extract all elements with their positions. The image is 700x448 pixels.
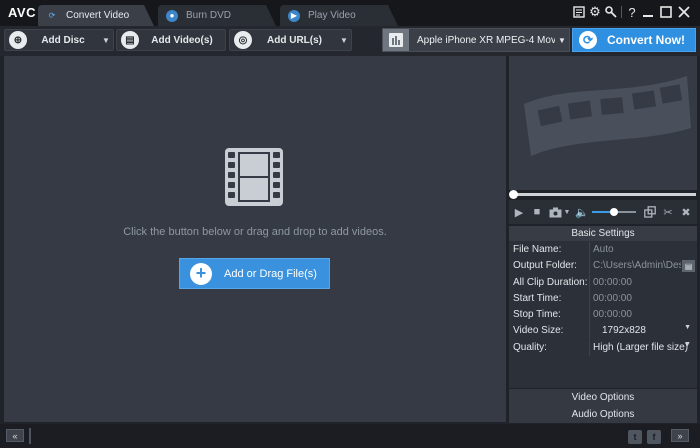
- merge-icon[interactable]: [643, 205, 657, 219]
- collapse-left-icon[interactable]: «: [6, 429, 24, 442]
- film-reel-icon: [524, 76, 691, 156]
- play-icon[interactable]: ▶: [512, 205, 526, 219]
- tab-play-video[interactable]: ▶ Play Video: [280, 5, 398, 26]
- twitter-icon[interactable]: t: [628, 430, 642, 444]
- tab-convert-video[interactable]: ⟳ Convert Video: [38, 5, 154, 26]
- field-label: All Clip Duration:: [513, 277, 588, 288]
- tab-burn-dvd[interactable]: ● Burn DVD: [158, 5, 276, 26]
- add-url-button[interactable]: ◎ Add URL(s) ▼: [229, 29, 352, 51]
- add-files-label: Add or Drag File(s): [224, 267, 317, 280]
- minimize-icon[interactable]: [640, 4, 656, 20]
- chevron-down-icon[interactable]: ▼: [99, 36, 113, 45]
- close-icon[interactable]: [676, 4, 692, 20]
- tab-label: Convert Video: [66, 10, 130, 21]
- tools-icon[interactable]: ✖: [679, 205, 693, 219]
- output-folder-row: Output Folder: C:\Users\Admin\Deskto...: [509, 258, 697, 274]
- all-clip-duration-value: 00:00:00: [589, 275, 695, 291]
- divider: [29, 428, 31, 444]
- field-label: Stop Time:: [513, 309, 561, 320]
- expand-right-icon[interactable]: »: [671, 429, 689, 442]
- divider: [621, 6, 622, 18]
- add-videos-button[interactable]: ▤ Add Video(s): [116, 29, 226, 51]
- status-bar: [0, 424, 700, 448]
- gear-icon[interactable]: ⚙: [587, 4, 603, 20]
- disc-add-icon: ⊕: [9, 31, 27, 49]
- tab-label: Play Video: [308, 10, 356, 21]
- stop-time-field[interactable]: 00:00:00: [589, 307, 695, 323]
- field-label: Quality:: [513, 342, 547, 353]
- globe-icon: ◎: [234, 31, 252, 49]
- volume-icon[interactable]: 🔈: [575, 205, 589, 219]
- output-profile-select[interactable]: Apple iPhone XR MPEG-4 Movie (*.m... ▼: [382, 28, 570, 52]
- profile-label: Apple iPhone XR MPEG-4 Movie (*.m...: [417, 34, 555, 46]
- folder-icon[interactable]: ▤: [682, 260, 695, 272]
- plus-icon: +: [190, 262, 212, 285]
- volume-handle[interactable]: [610, 208, 618, 216]
- chevron-down-icon[interactable]: ▼: [337, 36, 351, 45]
- file-name-row: File Name: Auto: [509, 242, 697, 258]
- quality-row: Quality: High (Larger file size) ▼: [509, 340, 697, 356]
- chevron-down-icon: ▼: [558, 35, 566, 45]
- film-add-icon: ▤: [121, 31, 139, 49]
- all-clip-duration-row: All Clip Duration: 00:00:00: [509, 275, 697, 291]
- chevron-down-icon[interactable]: ▼: [562, 205, 572, 219]
- quality-select[interactable]: High (Larger file size): [589, 340, 695, 356]
- stop-icon[interactable]: ■: [530, 205, 544, 219]
- key-icon[interactable]: [603, 4, 619, 20]
- video-preview: [509, 56, 697, 190]
- file-name-field[interactable]: Auto: [589, 242, 695, 258]
- film-strip-icon: [225, 148, 283, 206]
- video-drop-area[interactable]: [4, 56, 506, 422]
- convert-label: Convert Now!: [607, 33, 685, 47]
- seek-bar[interactable]: [512, 193, 696, 196]
- tab-label: Burn DVD: [186, 10, 232, 21]
- field-label: Start Time:: [513, 293, 562, 304]
- report-icon[interactable]: [571, 4, 587, 20]
- disc-icon: ●: [166, 9, 178, 22]
- video-options-header[interactable]: Video Options: [509, 389, 697, 406]
- video-size-row: Video Size: 1792x828 ▼: [509, 323, 697, 339]
- chevron-down-icon[interactable]: ▼: [684, 324, 691, 331]
- start-time-field[interactable]: 00:00:00: [589, 291, 695, 307]
- seek-handle[interactable]: [509, 190, 518, 199]
- add-files-button[interactable]: + Add or Drag File(s): [179, 258, 330, 289]
- stop-time-row: Stop Time: 00:00:00: [509, 307, 697, 323]
- field-label: Output Folder:: [513, 260, 577, 271]
- video-size-select[interactable]: 1792x828: [589, 323, 695, 339]
- field-label: File Name:: [513, 244, 562, 255]
- start-time-row: Start Time: 00:00:00: [509, 291, 697, 307]
- drop-hint-text: Click the button below or drag and drop …: [123, 226, 387, 238]
- basic-settings-header[interactable]: Basic Settings: [509, 226, 697, 241]
- audio-options-header[interactable]: Audio Options: [509, 406, 697, 423]
- help-icon[interactable]: ?: [624, 4, 640, 20]
- add-videos-label: Add Video(s): [151, 34, 213, 46]
- add-disc-button[interactable]: ⊕ Add Disc ▼: [4, 29, 114, 51]
- app-logo: AVC: [8, 5, 36, 20]
- convert-now-button[interactable]: ⟳ Convert Now!: [572, 28, 696, 52]
- camera-icon[interactable]: [548, 205, 562, 219]
- device-icon: [383, 29, 409, 51]
- facebook-icon[interactable]: f: [647, 430, 661, 444]
- play-icon: ▶: [288, 9, 300, 22]
- chevron-down-icon[interactable]: ▼: [684, 341, 691, 348]
- scissors-icon[interactable]: ✂: [661, 205, 675, 219]
- field-label: Video Size:: [513, 325, 564, 336]
- convert-icon: ⟳: [579, 31, 597, 49]
- maximize-icon[interactable]: [658, 4, 674, 20]
- add-disc-label: Add Disc: [41, 34, 85, 46]
- output-folder-field[interactable]: C:\Users\Admin\Deskto...: [589, 258, 681, 274]
- convert-icon: ⟳: [48, 11, 56, 20]
- add-url-label: Add URL(s): [267, 34, 322, 46]
